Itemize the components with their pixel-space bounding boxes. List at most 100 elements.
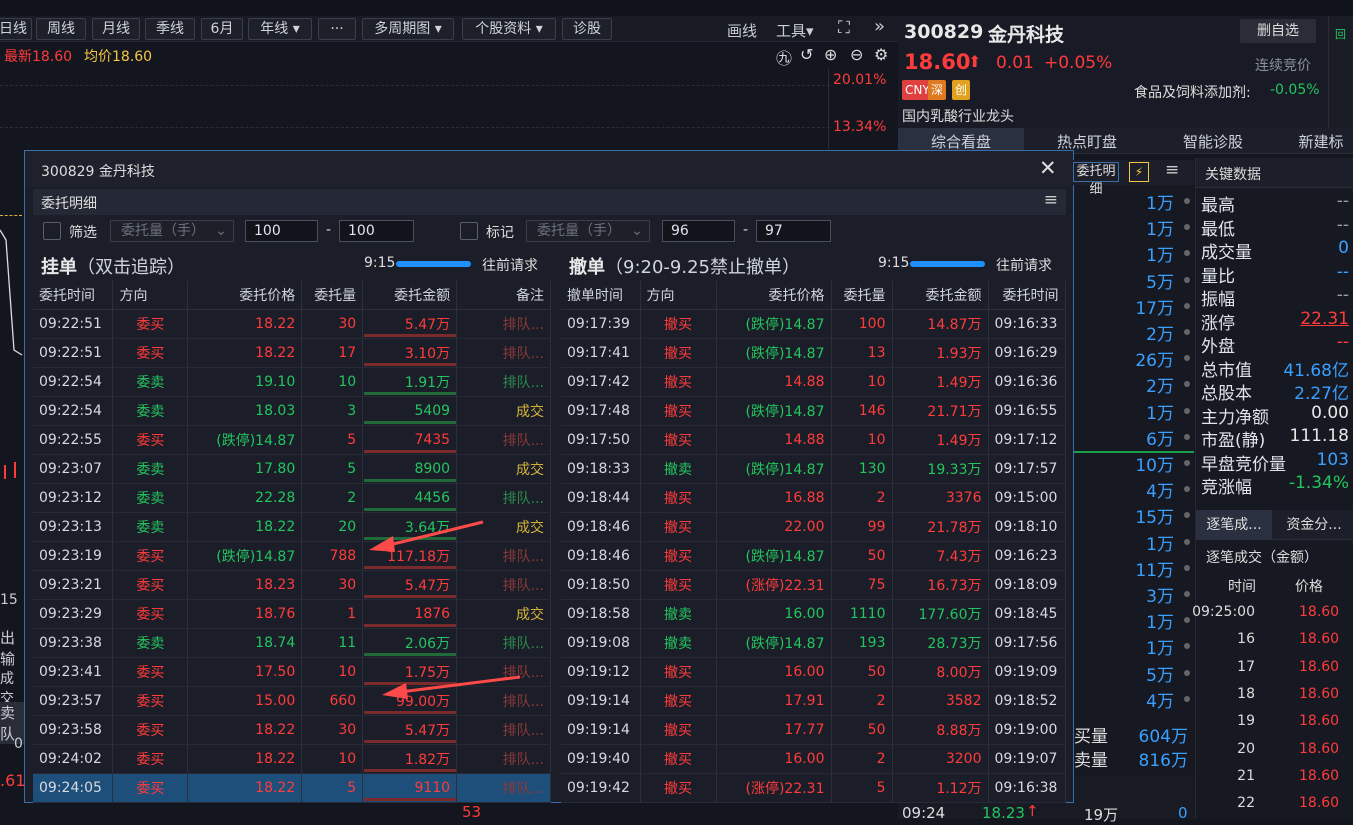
six-month-button[interactable]: 6月 xyxy=(201,18,243,40)
close-icon[interactable]: ✕ xyxy=(1039,156,1057,180)
pending-order-row[interactable]: 09:22:54 委卖 18.03 3 5409 成交 xyxy=(33,396,551,426)
mark-max-input[interactable]: 97 xyxy=(756,220,831,242)
column-header[interactable]: 备注 xyxy=(456,281,551,310)
filter-checkbox[interactable] xyxy=(43,222,61,240)
sector-name[interactable]: 食品及饲料添加剂: xyxy=(1134,82,1251,102)
pending-order-row[interactable]: 09:23:57 委买 15.00 660 99.00万 排队... xyxy=(33,686,551,716)
column-header[interactable]: 委托时间 xyxy=(33,281,114,310)
column-header[interactable]: 方向 xyxy=(640,281,717,310)
cancel-order-row[interactable]: 09:17:39 撤买 (跌停)14.87 100 14.87万 09:16:33 xyxy=(561,309,1066,339)
order-note: 排队... xyxy=(456,686,551,716)
pending-order-row[interactable]: 09:22:51 委买 18.22 30 5.47万 排队... xyxy=(33,309,551,339)
filter-max-input[interactable]: 100 xyxy=(339,220,414,242)
order-amount: 7435 xyxy=(362,425,458,455)
pending-order-row[interactable]: 09:22:55 委买 (跌停)14.87 5 7435 排队... xyxy=(33,425,551,455)
column-header[interactable]: 委托量 xyxy=(301,281,364,310)
volume-dot xyxy=(1184,250,1190,257)
mark-field-select[interactable]: 委托量（手） ⌄ xyxy=(526,220,650,242)
column-header[interactable]: 委托金额 xyxy=(892,281,989,310)
zoom-out-icon[interactable]: ⊖ xyxy=(850,45,863,64)
cancel-order-row[interactable]: 09:19:40 撤买 16.00 2 3200 09:19:07 xyxy=(561,744,1066,774)
multi-period-dropdown[interactable]: 多周期图 ▾ xyxy=(362,18,454,40)
pending-order-row[interactable]: 09:23:38 委卖 18.74 11 2.06万 排队... xyxy=(33,628,551,658)
cancel-order-row[interactable]: 09:19:12 撤买 16.00 50 8.00万 09:19:09 xyxy=(561,657,1066,687)
tab-fund-distribution[interactable]: 资金分... xyxy=(1276,510,1352,540)
pending-order-row[interactable]: 09:24:05 委买 18.22 5 9110 排队... xyxy=(33,773,551,803)
key-data-row: 最高 -- xyxy=(1201,191,1349,216)
cancel-order-row[interactable]: 09:18:50 撤买 (涨停)22.31 75 16.73万 09:18:09 xyxy=(561,570,1066,600)
pending-order-row[interactable]: 09:23:41 委买 17.50 10 1.75万 排队... xyxy=(33,657,551,687)
cancel-order-row[interactable]: 09:19:08 撤卖 (跌停)14.87 193 28.73万 09:17:56 xyxy=(561,628,1066,658)
column-header[interactable]: 委托价格 xyxy=(716,281,832,310)
pending-order-row[interactable]: 09:23:13 委卖 18.22 20 3.64万 成交 xyxy=(33,512,551,542)
stock-info-dropdown[interactable]: 个股资料 ▾ xyxy=(462,18,556,40)
column-header[interactable]: 撤单时间 xyxy=(561,281,641,310)
cancel-amount: 3582 xyxy=(892,686,989,716)
cancel-order-row[interactable]: 09:19:42 撤买 (涨停)22.31 5 1.12万 09:16:38 xyxy=(561,773,1066,803)
cancel-order-row[interactable]: 09:17:41 撤买 (跌停)14.87 13 1.93万 09:16:29 xyxy=(561,338,1066,368)
more-button[interactable]: ··· xyxy=(318,18,356,40)
volume-value: 4万 xyxy=(1146,482,1174,503)
fullscreen-icon[interactable]: ⛶ xyxy=(838,18,850,38)
day-line-button[interactable]: 日线 xyxy=(0,18,32,40)
cancel-order-row[interactable]: 09:19:14 撤买 17.77 50 8.88万 09:19:00 xyxy=(561,715,1066,745)
settings-icon[interactable]: ⚙ xyxy=(874,45,888,64)
tab-tick-trades[interactable]: 逐笔成... xyxy=(1196,510,1272,540)
cancel-amount: 28.73万 xyxy=(892,628,989,658)
cancel-direction: 撤买 xyxy=(640,715,717,745)
price-bar: 最新18.60 均价18.60 ㊈ ↺ ⊕ ⊖ ⚙ xyxy=(0,43,898,69)
mark-checkbox[interactable] xyxy=(460,222,478,240)
volume-value: 15万 xyxy=(1135,508,1174,529)
undo-icon[interactable]: ↺ xyxy=(800,45,813,64)
cancel-prev-button[interactable]: 往前请求 xyxy=(996,255,1052,275)
pending-order-row[interactable]: 09:23:07 委卖 17.80 5 8900 成交 xyxy=(33,454,551,484)
volume-menu-icon[interactable]: ≡ xyxy=(1165,160,1179,180)
tab-diagnose[interactable]: 智能诊股 xyxy=(1150,128,1276,154)
draw-line-button[interactable]: 画线 xyxy=(727,20,757,41)
column-header[interactable]: 方向 xyxy=(112,281,189,310)
week-line-button[interactable]: 周线 xyxy=(36,18,86,40)
year-line-dropdown[interactable]: 年线 ▾ xyxy=(248,18,312,40)
column-header[interactable]: 委托金额 xyxy=(362,281,458,310)
cancel-order-row[interactable]: 09:19:14 撤买 17.91 2 3582 09:18:52 xyxy=(561,686,1066,716)
tools-dropdown[interactable]: 工具▾ xyxy=(776,20,814,41)
cancel-direction: 撤买 xyxy=(640,396,717,426)
collapse-icon[interactable]: » xyxy=(874,16,885,37)
month-line-button[interactable]: 月线 xyxy=(92,18,140,40)
sub-menu-icon[interactable]: ≡ xyxy=(1044,190,1058,210)
diagnose-button[interactable]: 诊股 xyxy=(562,18,612,40)
cancel-order-row[interactable]: 09:18:46 撤买 22.00 99 21.78万 09:18:10 xyxy=(561,512,1066,542)
pending-order-row[interactable]: 09:23:21 委买 18.23 30 5.47万 排队... xyxy=(33,570,551,600)
cancel-order-row[interactable]: 09:17:50 撤买 14.88 10 1.49万 09:17:12 xyxy=(561,425,1066,455)
tab-new[interactable]: 新建标 xyxy=(1276,128,1353,154)
pending-order-row[interactable]: 09:22:51 委买 18.22 17 3.10万 排队... xyxy=(33,338,551,368)
pending-prev-button[interactable]: 往前请求 xyxy=(482,255,538,275)
lightning-icon[interactable]: ⚡ xyxy=(1129,162,1149,182)
column-header[interactable]: 委托时间 xyxy=(988,281,1066,310)
column-header[interactable]: 委托价格 xyxy=(187,281,303,310)
tick-price: 18.60 xyxy=(1299,658,1340,675)
quarter-line-button[interactable]: 季线 xyxy=(145,18,195,40)
pending-order-row[interactable]: 09:22:54 委卖 19.10 10 1.91万 排队... xyxy=(33,367,551,397)
filter-field-select[interactable]: 委托量（手） ⌄ xyxy=(110,220,234,242)
order-price: (跌停)14.87 xyxy=(187,541,303,571)
pending-order-row[interactable]: 09:23:58 委买 18.22 30 5.47万 排队... xyxy=(33,715,551,745)
cancel-order-row[interactable]: 09:18:46 撤买 (跌停)14.87 50 7.43万 09:16:23 xyxy=(561,541,1066,571)
cancel-order-row[interactable]: 09:18:58 撤卖 16.00 1110 177.60万 09:18:45 xyxy=(561,599,1066,629)
delete-favorite-button[interactable]: 删自选 xyxy=(1240,19,1316,43)
pending-order-row[interactable]: 09:24:02 委买 18.22 10 1.82万 排队... xyxy=(33,744,551,774)
order-detail-button[interactable]: 委托明细 xyxy=(1073,162,1119,197)
column-header[interactable]: 委托量 xyxy=(831,281,893,310)
cancel-order-row[interactable]: 09:18:33 撤卖 (跌停)14.87 130 19.33万 09:17:57 xyxy=(561,454,1066,484)
pending-order-row[interactable]: 09:23:12 委卖 22.28 2 4456 排队... xyxy=(33,483,551,513)
rights-icon[interactable]: ㊈ xyxy=(776,45,792,69)
cancel-order-row[interactable]: 09:17:42 撤买 14.88 10 1.49万 09:16:36 xyxy=(561,367,1066,397)
cancel-order-row[interactable]: 09:18:44 撤买 16.88 2 3376 09:15:00 xyxy=(561,483,1066,513)
pending-order-row[interactable]: 09:23:29 委买 18.76 1 1876 成交 xyxy=(33,599,551,629)
zoom-in-icon[interactable]: ⊕ xyxy=(824,45,837,64)
volume-dot xyxy=(1184,617,1190,624)
pending-order-row[interactable]: 09:23:19 委买 (跌停)14.87 788 117.18万 排队... xyxy=(33,541,551,571)
filter-min-input[interactable]: 100 xyxy=(245,220,318,242)
mark-min-input[interactable]: 96 xyxy=(662,220,735,242)
cancel-order-row[interactable]: 09:17:48 撤买 (跌停)14.87 146 21.71万 09:16:55 xyxy=(561,396,1066,426)
